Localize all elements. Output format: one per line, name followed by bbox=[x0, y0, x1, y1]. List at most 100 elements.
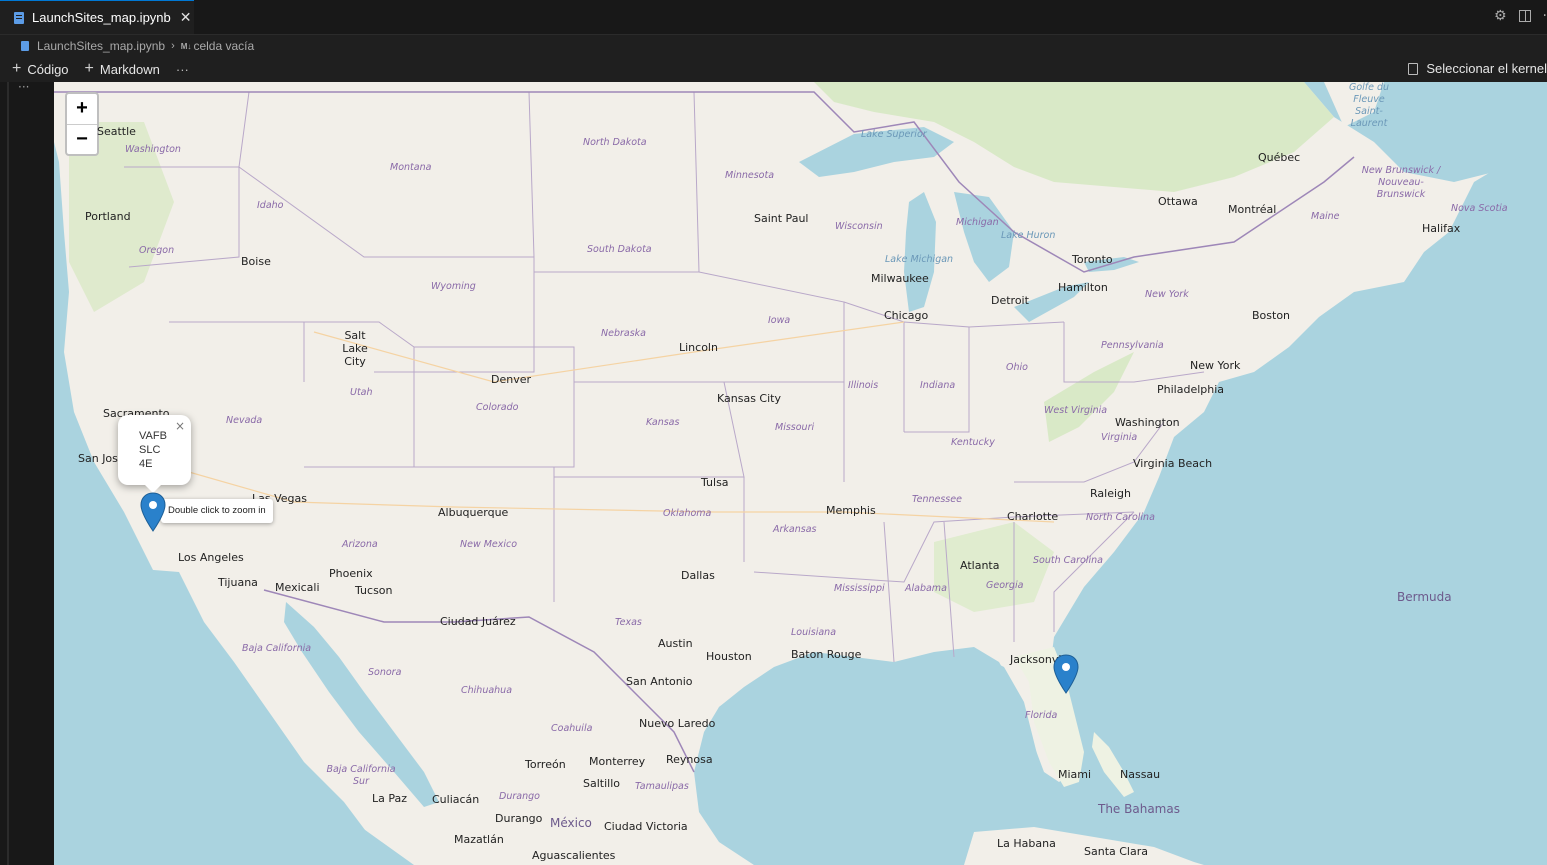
more-actions-icon[interactable]: · bbox=[1543, 8, 1547, 24]
add-code-cell-button[interactable]: + Código bbox=[12, 61, 69, 77]
region-label: New Mexico bbox=[460, 539, 518, 550]
city-label: Tulsa bbox=[701, 476, 729, 489]
region-label: Baja California Sur bbox=[326, 764, 396, 787]
city-label: Houston bbox=[706, 650, 752, 663]
city-label: Boise bbox=[241, 255, 271, 268]
city-label: Charlotte bbox=[1007, 510, 1059, 523]
close-tab-icon[interactable]: ✕ bbox=[180, 10, 192, 26]
city-label: Lincoln bbox=[679, 341, 718, 354]
region-label: Nova Scotia bbox=[1451, 203, 1508, 214]
code-label: Código bbox=[27, 61, 69, 77]
country-label: Bermuda bbox=[1397, 590, 1452, 604]
region-label: Missouri bbox=[775, 422, 815, 433]
city-label: Québec bbox=[1258, 151, 1301, 164]
region-label: Sonora bbox=[368, 667, 402, 678]
city-label: Los Angeles bbox=[178, 551, 244, 564]
kernel-label: Seleccionar el kernel bbox=[1426, 61, 1547, 76]
region-label: Louisiana bbox=[791, 627, 837, 638]
region-label: North Dakota bbox=[583, 137, 647, 148]
region-label: Wyoming bbox=[431, 281, 476, 292]
region-label: Mississippi bbox=[834, 583, 885, 594]
tab-bar: LaunchSites_map.ipynb ✕ ⚙ · bbox=[0, 0, 1547, 35]
city-label: Ciudad Juárez bbox=[440, 615, 516, 628]
region-label: Maine bbox=[1311, 211, 1340, 222]
city-label: Tucson bbox=[355, 584, 393, 597]
country-label: México bbox=[550, 816, 592, 830]
region-label: Pennsylvania bbox=[1101, 340, 1164, 351]
split-editor-icon[interactable] bbox=[1518, 10, 1531, 22]
zoom-out-button[interactable]: − bbox=[67, 125, 97, 155]
region-label: Michigan bbox=[956, 217, 999, 228]
plus-icon: + bbox=[12, 60, 22, 77]
city-label: Ottawa bbox=[1158, 195, 1198, 208]
city-label: San Antonio bbox=[626, 675, 693, 688]
zoom-in-button[interactable]: + bbox=[67, 94, 97, 125]
city-label: Torreón bbox=[525, 758, 566, 771]
city-label: Halifax bbox=[1422, 222, 1461, 235]
plus-icon: + bbox=[84, 60, 94, 77]
city-label: Santa Clara bbox=[1084, 845, 1148, 858]
breadcrumb-file[interactable]: LaunchSites_map.ipynb bbox=[37, 39, 165, 53]
region-label: Minnesota bbox=[725, 170, 775, 181]
city-label: Miami bbox=[1058, 768, 1092, 781]
city-label: Austin bbox=[658, 637, 693, 650]
notebook-file-icon bbox=[14, 11, 24, 24]
tab-launchsites-notebook[interactable]: LaunchSites_map.ipynb ✕ bbox=[0, 0, 194, 34]
breadcrumb: LaunchSites_map.ipynb › M↓ celda vacía bbox=[0, 35, 1547, 57]
popup-line: 4E bbox=[139, 458, 153, 470]
city-label: Seattle bbox=[97, 125, 136, 138]
region-label: Ohio bbox=[1006, 362, 1028, 373]
tab-label: LaunchSites_map.ipynb bbox=[32, 10, 171, 25]
city-label: Virginia Beach bbox=[1133, 457, 1213, 470]
map-marker-icon[interactable] bbox=[1053, 654, 1079, 694]
city-label: Baton Rouge bbox=[791, 648, 862, 661]
kernel-icon bbox=[1408, 62, 1419, 75]
city-label: Phoenix bbox=[329, 567, 373, 580]
region-label: Nevada bbox=[226, 415, 263, 426]
zoom-control: + − bbox=[65, 92, 99, 156]
region-label: Tamaulipas bbox=[635, 781, 689, 792]
map-marker-icon[interactable] bbox=[140, 492, 166, 532]
city-label: Memphis bbox=[826, 504, 876, 517]
region-label: Durango bbox=[499, 791, 540, 802]
region-label: Virginia bbox=[1101, 432, 1138, 443]
water-label: Lake Huron bbox=[1001, 230, 1056, 241]
bahamas bbox=[1092, 732, 1134, 797]
popup-line: SLC bbox=[139, 444, 161, 456]
region-label: Texas bbox=[615, 617, 642, 628]
region-label: West Virginia bbox=[1044, 405, 1108, 416]
more-icon[interactable]: ··· bbox=[176, 62, 189, 77]
region-label: Chihuahua bbox=[461, 685, 513, 696]
region-label: Tennessee bbox=[912, 494, 962, 505]
region-label: Oregon bbox=[139, 245, 175, 256]
region-label: Colorado bbox=[476, 402, 519, 413]
city-label: Detroit bbox=[991, 294, 1029, 307]
gear-icon[interactable]: ⚙ bbox=[1494, 8, 1507, 24]
city-label: Salt Lake City bbox=[342, 329, 368, 368]
marker-popup: VAFB SLC 4E × bbox=[118, 415, 191, 493]
city-label: Portland bbox=[85, 210, 131, 223]
notebook-toolbar: + Código + Markdown ··· Seleccionar el k… bbox=[0, 57, 1547, 81]
city-label: Albuquerque bbox=[438, 506, 509, 519]
add-markdown-cell-button[interactable]: + Markdown bbox=[85, 61, 160, 77]
select-kernel-button[interactable]: Seleccionar el kernel bbox=[1408, 61, 1547, 76]
cell-output-more-icon[interactable]: ··· bbox=[18, 80, 29, 94]
region-label: Iowa bbox=[768, 315, 791, 326]
region-label: Washington bbox=[125, 144, 181, 155]
popup-close-icon[interactable]: × bbox=[175, 419, 185, 433]
city-label: Saint Paul bbox=[754, 212, 809, 225]
cell-gutter: ··· bbox=[0, 80, 54, 865]
leaflet-map[interactable]: + − Seattle Portland Boise Salt Lake Cit… bbox=[54, 82, 1547, 865]
region-label: New York bbox=[1145, 289, 1189, 300]
city-label: Reynosa bbox=[666, 753, 713, 766]
city-label: Milwaukee bbox=[871, 272, 929, 285]
city-label: Nuevo Laredo bbox=[639, 717, 716, 730]
chevron-right-icon: › bbox=[171, 40, 175, 52]
region-label: Coahuila bbox=[551, 723, 593, 734]
city-label: Mexicali bbox=[275, 581, 320, 594]
breadcrumb-cell[interactable]: celda vacía bbox=[193, 39, 254, 53]
city-label: Hamilton bbox=[1058, 281, 1108, 294]
region-label: Baja California bbox=[242, 643, 312, 654]
city-label: La Paz bbox=[372, 792, 408, 805]
region-label: Arizona bbox=[342, 539, 378, 550]
